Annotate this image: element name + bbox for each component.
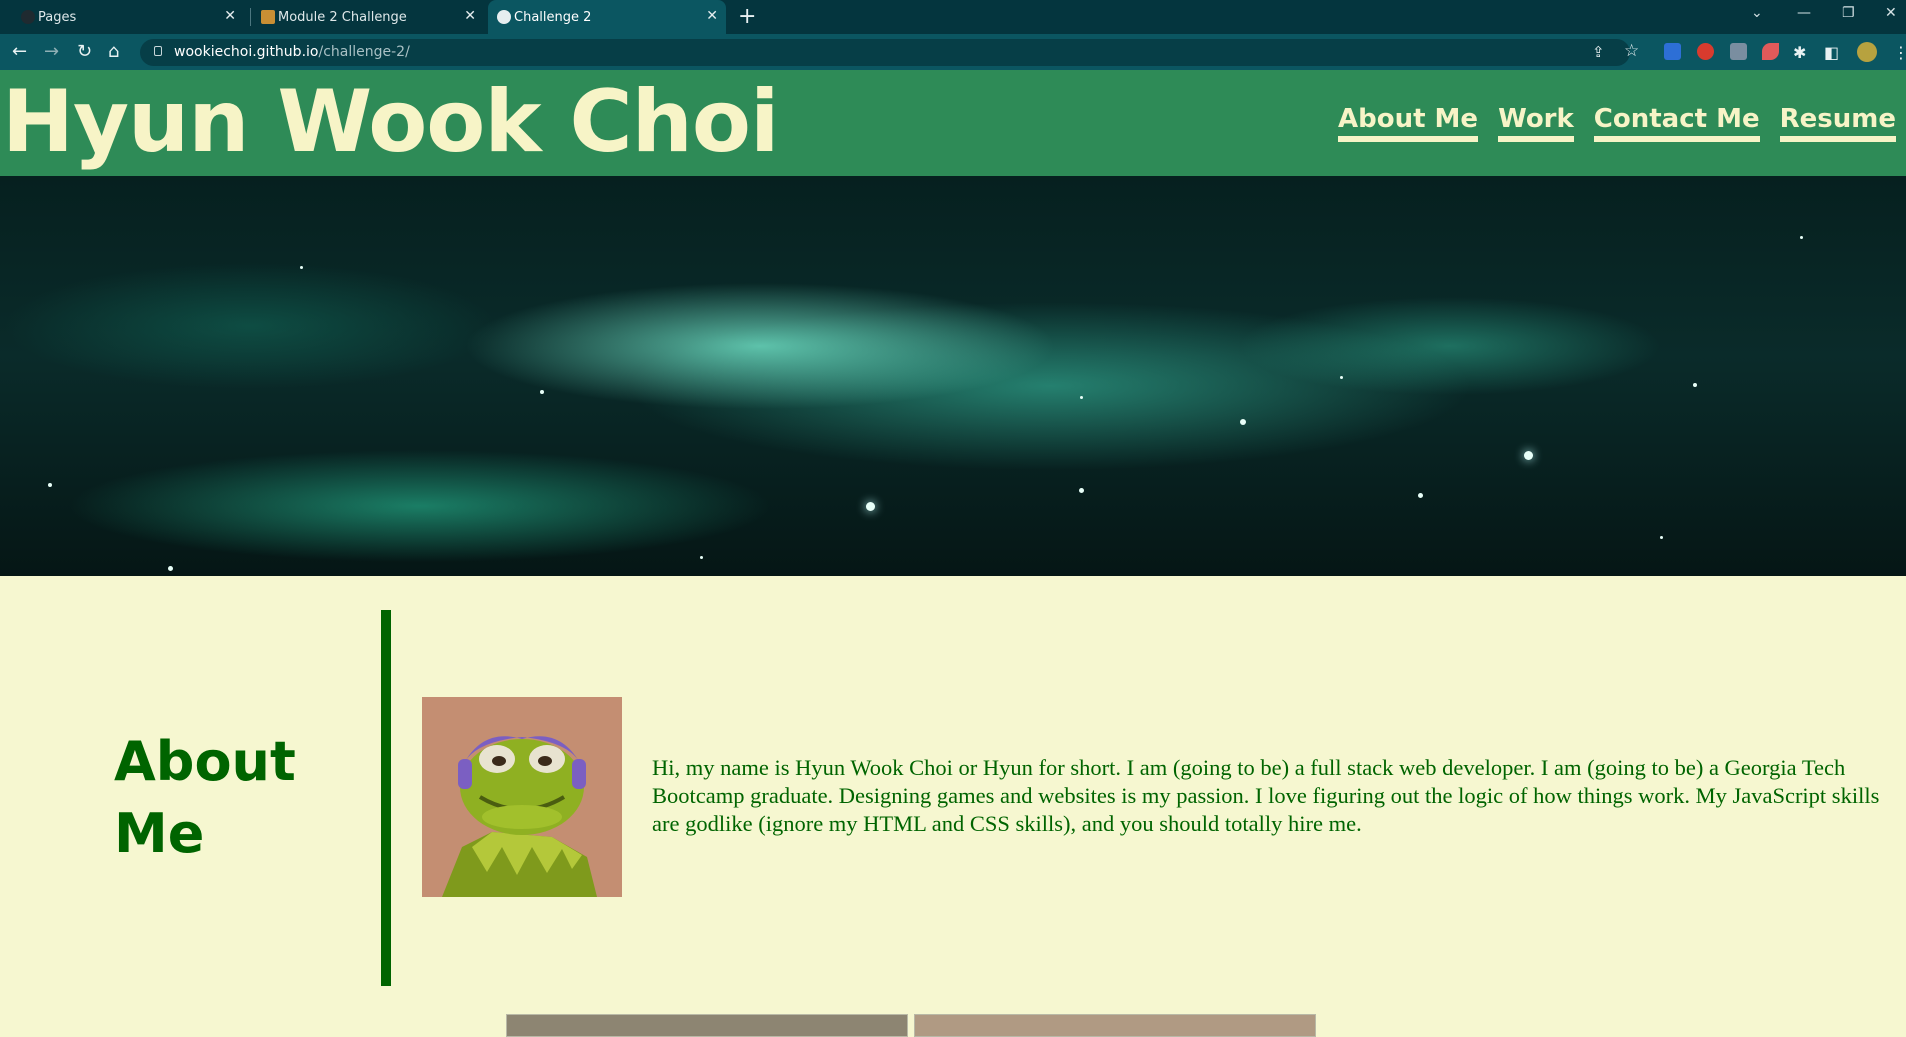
github-icon bbox=[21, 10, 35, 24]
star bbox=[1660, 536, 1663, 539]
extension-search-icon[interactable] bbox=[1664, 43, 1681, 60]
profile-avatar[interactable] bbox=[1857, 42, 1877, 62]
star bbox=[1080, 396, 1083, 399]
share-icon[interactable]: ⇪ bbox=[1592, 43, 1605, 61]
extension-translate-icon[interactable] bbox=[1730, 43, 1747, 60]
tab-label: Challenge 2 bbox=[514, 9, 592, 25]
about-text: Hi, my name is Hyun Wook Choi or Hyun fo… bbox=[652, 755, 1880, 836]
tab-label: Pages bbox=[38, 9, 77, 25]
star bbox=[866, 502, 875, 511]
work-thumbnail[interactable] bbox=[506, 1014, 908, 1037]
star bbox=[1340, 376, 1343, 379]
reload-button[interactable]: ↻ bbox=[77, 41, 92, 62]
about-heading-line2: Me bbox=[114, 802, 205, 865]
star bbox=[48, 483, 52, 487]
browser-toolbar: ← → ↻ ⌂ wookiechoi.github.io/challenge-2… bbox=[0, 34, 1906, 70]
star bbox=[1524, 451, 1533, 460]
browser-menu-icon[interactable]: ⋮ bbox=[1893, 43, 1906, 62]
extensions-puzzle-icon[interactable]: ✱ bbox=[1793, 43, 1806, 62]
nav-contact-me[interactable]: Contact Me bbox=[1593, 104, 1760, 142]
tab-separator bbox=[250, 8, 251, 26]
star bbox=[168, 566, 173, 571]
site-title: Hyun Wook Choi bbox=[2, 72, 779, 172]
nav-work[interactable]: Work bbox=[1498, 104, 1574, 142]
close-icon[interactable]: ✕ bbox=[706, 8, 718, 24]
url-path: /challenge-2/ bbox=[318, 44, 410, 60]
star bbox=[540, 390, 544, 394]
close-icon[interactable]: ✕ bbox=[224, 8, 236, 24]
back-button[interactable]: ← bbox=[12, 41, 27, 62]
star bbox=[1800, 236, 1803, 239]
tab-search-icon[interactable]: ⌄ bbox=[1751, 5, 1763, 21]
kermit-avatar-icon bbox=[422, 697, 622, 897]
site-nav: About Me Work Contact Me Resume bbox=[1337, 104, 1896, 142]
about-heading-line1: About bbox=[114, 730, 296, 793]
star bbox=[300, 266, 303, 269]
lock-icon[interactable] bbox=[154, 46, 162, 56]
site-header: Hyun Wook Choi About Me Work Contact Me … bbox=[0, 70, 1906, 176]
new-tab-button[interactable]: + bbox=[738, 4, 756, 29]
tab-module-2-challenge[interactable]: Module 2 Challenge ✕ bbox=[252, 0, 484, 34]
side-panel-icon[interactable]: ◧ bbox=[1824, 43, 1839, 62]
url-host: wookiechoi.github.io bbox=[174, 44, 319, 60]
tab-label: Module 2 Challenge bbox=[278, 9, 407, 25]
bookmark-star-icon[interactable]: ☆ bbox=[1624, 41, 1639, 61]
globe-icon bbox=[497, 10, 511, 24]
browser-tab-bar: Pages ✕ Module 2 Challenge ✕ Challenge 2… bbox=[0, 0, 1906, 34]
about-divider bbox=[381, 610, 391, 986]
star bbox=[1079, 488, 1084, 493]
forward-button[interactable]: → bbox=[44, 41, 59, 62]
tab-pages[interactable]: Pages ✕ bbox=[12, 0, 244, 34]
profile-picture bbox=[422, 697, 622, 897]
restore-button[interactable]: ❐ bbox=[1842, 5, 1855, 21]
work-thumbnail[interactable] bbox=[914, 1014, 1316, 1037]
star bbox=[1693, 383, 1697, 387]
star bbox=[1240, 419, 1246, 425]
star bbox=[1418, 493, 1423, 498]
extension-record-icon[interactable] bbox=[1762, 43, 1779, 60]
tab-challenge-2[interactable]: Challenge 2 ✕ bbox=[488, 0, 726, 34]
address-bar[interactable]: wookiechoi.github.io/challenge-2/ bbox=[140, 39, 1630, 66]
close-icon[interactable]: ✕ bbox=[464, 8, 476, 24]
minimize-button[interactable]: — bbox=[1797, 5, 1811, 21]
favicon-icon bbox=[261, 10, 275, 24]
about-heading: About Me bbox=[114, 726, 334, 870]
nav-about-me[interactable]: About Me bbox=[1337, 104, 1479, 142]
nav-resume[interactable]: Resume bbox=[1779, 104, 1896, 142]
close-window-button[interactable]: ✕ bbox=[1885, 5, 1897, 21]
page-viewport: Hyun Wook Choi About Me Work Contact Me … bbox=[0, 70, 1906, 1037]
home-button[interactable]: ⌂ bbox=[108, 41, 119, 62]
url-text[interactable]: wookiechoi.github.io/challenge-2/ bbox=[174, 44, 410, 60]
star bbox=[700, 556, 703, 559]
hero-nebula-image bbox=[0, 176, 1906, 576]
about-section: About Me Hi, my name is Hyun Wook Choi o… bbox=[0, 576, 1906, 1037]
extension-adblock-icon[interactable] bbox=[1697, 43, 1714, 60]
